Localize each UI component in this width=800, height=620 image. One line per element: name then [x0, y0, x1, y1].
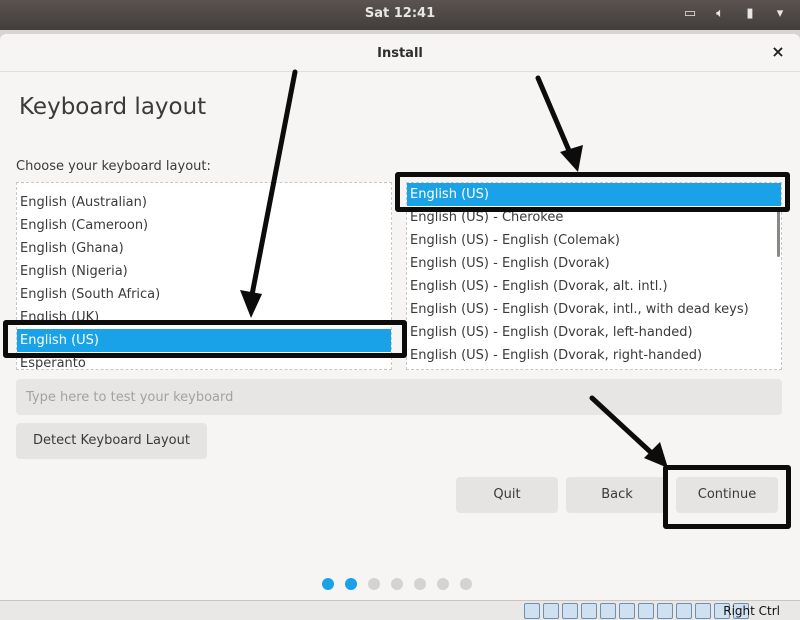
progress-dot: [414, 578, 426, 590]
list-item[interactable]: Esperanto: [17, 352, 391, 369]
optical-drive-icon[interactable]: [524, 603, 540, 619]
variant-list[interactable]: English (US) English (US) - Cherokee Eng…: [406, 182, 782, 370]
list-item[interactable]: English (UK): [17, 306, 391, 329]
choose-layout-label: Choose your keyboard layout:: [16, 159, 211, 174]
page-title: Keyboard layout: [19, 94, 207, 120]
close-icon[interactable]: ×: [770, 43, 786, 61]
keyboard-test-input[interactable]: [16, 379, 782, 415]
network-icon[interactable]: [581, 603, 597, 619]
variant-item[interactable]: English (US) - English (Dvorak): [407, 252, 781, 275]
install-dialog: Install × Keyboard layout Choose your ke…: [0, 34, 800, 600]
list-item[interactable]: English (South Africa): [17, 283, 391, 306]
quit-button[interactable]: Quit: [456, 477, 558, 513]
top-panel: Sat 12:41 ▭ 🔈︎ ▮ ▾: [0, 0, 800, 30]
layout-list[interactable]: English (Australian) English (Cameroon) …: [16, 182, 392, 370]
audio-icon[interactable]: [562, 603, 578, 619]
dialog-titlebar: Install ×: [0, 34, 800, 72]
list-item-partial: [17, 183, 391, 189]
variant-item[interactable]: English (US) - English (Dvorak, left-han…: [407, 321, 781, 344]
variant-list-scrollbar[interactable]: [777, 209, 780, 257]
menu-arrow-icon[interactable]: ▾: [772, 6, 788, 22]
list-item[interactable]: English (Cameroon): [17, 214, 391, 237]
clock[interactable]: Sat 12:41: [0, 6, 800, 21]
disk-icon[interactable]: [543, 603, 559, 619]
continue-button[interactable]: Continue: [676, 477, 778, 513]
usb-icon[interactable]: [600, 603, 616, 619]
variant-item[interactable]: English (US) - Cherokee: [407, 206, 781, 229]
progress-dot: [368, 578, 380, 590]
progress-dot: [322, 578, 334, 590]
display-icon[interactable]: [657, 603, 673, 619]
progress-dot: [391, 578, 403, 590]
volume-icon[interactable]: 🔈︎: [712, 6, 728, 22]
list-item[interactable]: English (Nigeria): [17, 260, 391, 283]
variant-item-selected[interactable]: English (US): [407, 183, 781, 206]
list-item[interactable]: English (Ghana): [17, 237, 391, 260]
list-item-selected[interactable]: English (US): [17, 329, 391, 352]
list-item[interactable]: English (Australian): [17, 191, 391, 214]
status-icons: [524, 603, 749, 619]
system-tray: ▭ 🔈︎ ▮ ▾: [682, 6, 788, 22]
progress-dots: [322, 578, 472, 590]
progress-dot: [460, 578, 472, 590]
host-key-label: Right Ctrl: [723, 604, 780, 618]
progress-dot: [437, 578, 449, 590]
detect-layout-button[interactable]: Detect Keyboard Layout: [16, 423, 207, 459]
variant-item[interactable]: English (US) - English (Dvorak, alt. int…: [407, 275, 781, 298]
screen-icon[interactable]: ▭: [682, 6, 698, 22]
vm-status-bar: Right Ctrl: [0, 600, 800, 620]
progress-dot: [345, 578, 357, 590]
recording-icon[interactable]: [676, 603, 692, 619]
variant-item[interactable]: English (US) - English (Colemak): [407, 229, 781, 252]
back-button[interactable]: Back: [566, 477, 668, 513]
dialog-title: Install: [377, 46, 423, 61]
folder-icon[interactable]: [638, 603, 654, 619]
variant-item[interactable]: English (US) - English (Dvorak, intl., w…: [407, 298, 781, 321]
cpu-icon[interactable]: [695, 603, 711, 619]
battery-icon[interactable]: ▮: [742, 6, 758, 22]
variant-item[interactable]: English (US) - English (Dvorak, right-ha…: [407, 344, 781, 367]
pen-icon[interactable]: [619, 603, 635, 619]
